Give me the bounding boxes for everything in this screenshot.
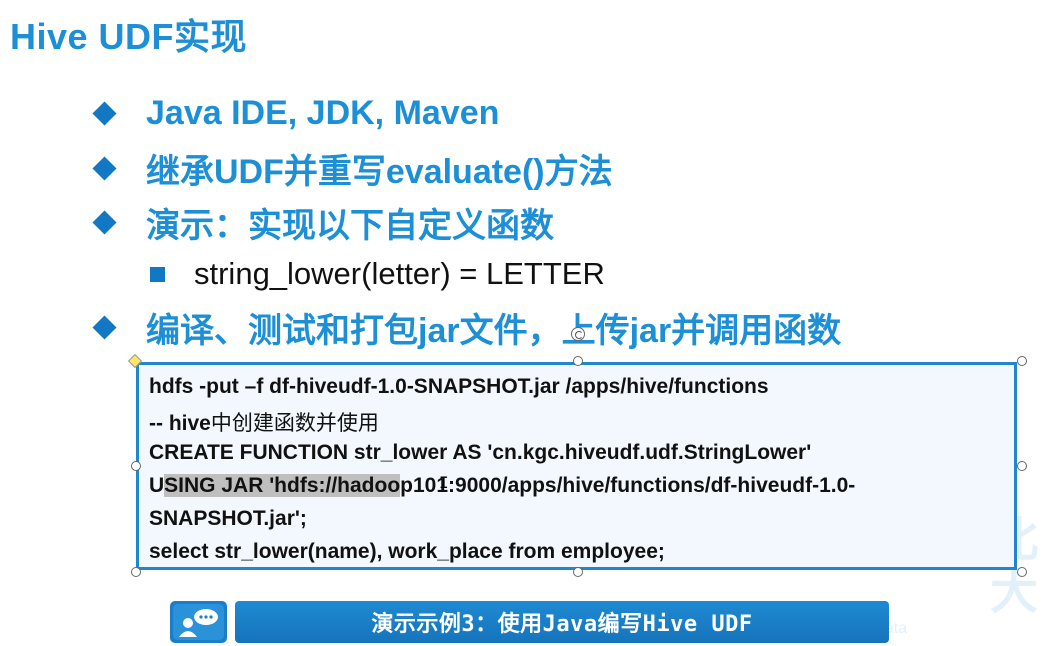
slide-title: Hive UDF实现 (10, 16, 248, 57)
resize-handle-right[interactable] (1017, 461, 1027, 471)
code-line-5: SNAPSHOT.jar'; (149, 507, 307, 530)
square-bullet-icon (150, 266, 165, 282)
code-line-2-prefix: -- hive (149, 412, 211, 435)
bullet-4: 编译、测试和打包jar文件，上传jar并调用函数 (92, 304, 841, 350)
code-line-6: select str_lower(name), work_place from … (149, 540, 665, 563)
resize-handle-left[interactable] (131, 461, 141, 471)
resize-handle-bottom-right[interactable] (1017, 567, 1027, 577)
sub-bullet: string_lower(letter) = LETTER (150, 252, 605, 296)
code-textbox[interactable]: hdfs -put –f df-hiveudf-1.0-SNAPSHOT.jar… (136, 362, 1017, 570)
code-line-3: CREATE FUNCTION str_lower AS 'cn.kgc.hiv… (149, 441, 812, 464)
resize-handle-top[interactable] (573, 356, 583, 366)
text-selection[interactable]: SING JAR 'hdfs://hadoo (164, 474, 401, 497)
diamond-bullet-icon (92, 100, 117, 126)
code-line-4[interactable]: USING JAR 'hdfs://hadoop101:9000/apps/hi… (149, 474, 855, 498)
sub-bullet-text: string_lower(letter) = LETTER (194, 256, 605, 291)
demo-example-label: 演示示例3：使用Java编写Hive UDF (371, 612, 753, 637)
diamond-bullet-icon (92, 155, 117, 181)
diamond-bullet-icon (92, 209, 117, 235)
resize-handle-bottom[interactable] (573, 567, 583, 577)
bullet-1-text: Java IDE, JDK, Maven (146, 93, 500, 132)
bullet-3: 演示：实现以下自定义函数 (92, 199, 554, 245)
demo-icon-button (170, 601, 227, 643)
code-line-1: hdfs -put –f df-hiveudf-1.0-SNAPSHOT.jar… (149, 375, 769, 398)
demo-example-bar: 演示示例3：使用Java编写Hive UDF (235, 601, 889, 643)
code-line-4-end: p101:9000/apps/hive/functions/df-hiveudf… (400, 474, 856, 497)
resize-handle-top-right[interactable] (1017, 356, 1027, 366)
bullet-2: 继承UDF并重写evaluate()方法 (92, 145, 613, 191)
bullet-2-text: 继承UDF并重写evaluate()方法 (146, 152, 613, 191)
bullet-1: Java IDE, JDK, Maven (92, 90, 499, 136)
bullet-4-text: 编译、测试和打包jar文件，上传jar并调用函数 (146, 311, 842, 350)
rotate-handle-icon[interactable] (571, 327, 585, 341)
text-cursor-icon: Ӏ (439, 473, 449, 492)
bullet-3-text: 演示：实现以下自定义函数 (146, 206, 554, 245)
chat-user-icon (173, 604, 224, 640)
code-line-2-cn: 中创建函数并使用 (210, 411, 379, 435)
code-line-2: -- hive中创建函数并使用 (149, 407, 379, 437)
diamond-bullet-icon (92, 314, 117, 340)
resize-handle-bottom-left[interactable] (131, 567, 141, 577)
code-line-4-start: U (149, 474, 165, 497)
